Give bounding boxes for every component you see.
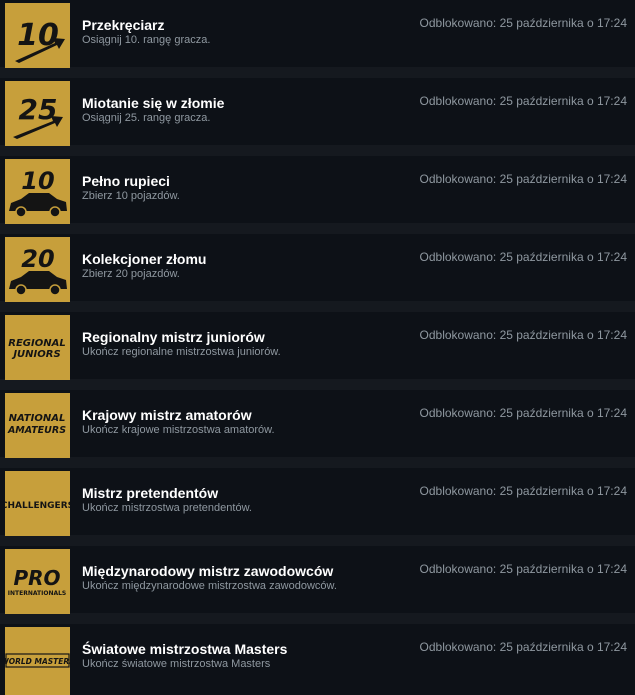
achievement-list: 10 Przekręciarz Osiągnij 10. rangę gracz… (0, 0, 635, 695)
svg-text:REGIONAL: REGIONAL (8, 338, 65, 349)
achievement-title: Mistrz pretendentów (82, 485, 219, 501)
svg-text:JUNIORS: JUNIORS (11, 349, 60, 360)
car-10-icon: 10 (5, 159, 70, 224)
rank-25-arrow-icon: 25 (5, 81, 70, 146)
achievement-description: Ukończ światowe mistrzostwa Masters (82, 658, 271, 670)
svg-text:10: 10 (21, 167, 54, 195)
world-masters-logo-icon: WORLD MASTERS (5, 627, 70, 695)
svg-text:10: 10 (17, 18, 59, 53)
unlock-timestamp: Odblokowano: 25 października o 17:24 (419, 250, 627, 264)
achievement-description: Ukończ regionalne mistrzostwa juniorów. (82, 346, 281, 358)
achievement-description: Ukończ mistrzostwa pretendentów. (82, 502, 252, 514)
achievement-title: Międzynarodowy mistrz zawodowców (82, 563, 334, 579)
achievement-row: PRO INTERNATIONALS Międzynarodowy mistrz… (0, 546, 635, 614)
achievement-row: NATIONAL AMATEURS Krajowy mistrz amatoró… (0, 390, 635, 458)
achievement-title: Przekręciarz (82, 17, 165, 33)
unlock-timestamp: Odblokowano: 25 października o 17:24 (419, 484, 627, 498)
svg-text:NATIONAL: NATIONAL (9, 413, 66, 424)
achievement-title: Pełno rupieci (82, 173, 170, 189)
achievement-title: Kolekcjoner złomu (82, 251, 207, 267)
achievement-description: Ukończ krajowe mistrzostwa amatorów. (82, 424, 275, 436)
achievement-row: 25 Miotanie się w złomie Osiągnij 25. ra… (0, 78, 635, 146)
unlock-timestamp: Odblokowano: 25 października o 17:24 (419, 406, 627, 420)
achievement-description: Zbierz 20 pojazdów. (82, 268, 180, 280)
svg-text:WORLD MASTERS: WORLD MASTERS (5, 657, 70, 666)
achievement-description: Osiągnij 10. rangę gracza. (82, 34, 211, 46)
svg-text:25: 25 (19, 93, 58, 126)
achievement-description: Zbierz 10 pojazdów. (82, 190, 180, 202)
unlock-timestamp: Odblokowano: 25 października o 17:24 (419, 328, 627, 342)
svg-text:PRO: PRO (13, 566, 60, 590)
svg-text:20: 20 (21, 245, 54, 273)
pro-internationals-logo-icon: PRO INTERNATIONALS (5, 549, 70, 614)
achievement-row: 10 Przekręciarz Osiągnij 10. rangę gracz… (0, 0, 635, 68)
achievement-description: Ukończ międzynarodowe mistrzostwa zawodo… (82, 580, 337, 592)
achievement-title: Światowe mistrzostwa Masters (82, 641, 288, 657)
achievement-row: WORLD MASTERS Światowe mistrzostwa Maste… (0, 624, 635, 695)
unlock-timestamp: Odblokowano: 25 października o 17:24 (419, 172, 627, 186)
car-20-icon: 20 (5, 237, 70, 302)
achievement-title: Miotanie się w złomie (82, 95, 225, 111)
regional-juniors-logo-icon: REGIONAL JUNIORS (5, 315, 70, 380)
national-amateurs-logo-icon: NATIONAL AMATEURS (5, 393, 70, 458)
challengers-logo-icon: CHALLENGERS (5, 471, 70, 536)
achievement-row: CHALLENGERS Mistrz pretendentów Ukończ m… (0, 468, 635, 536)
unlock-timestamp: Odblokowano: 25 października o 17:24 (419, 16, 627, 30)
unlock-timestamp: Odblokowano: 25 października o 17:24 (419, 640, 627, 654)
achievement-title: Krajowy mistrz amatorów (82, 407, 252, 423)
svg-text:INTERNATIONALS: INTERNATIONALS (8, 590, 67, 597)
svg-text:CHALLENGERS: CHALLENGERS (5, 501, 70, 511)
unlock-timestamp: Odblokowano: 25 października o 17:24 (419, 562, 627, 576)
achievement-title: Regionalny mistrz juniorów (82, 329, 265, 345)
rank-10-arrow-icon: 10 (5, 3, 70, 68)
svg-text:AMATEURS: AMATEURS (7, 425, 66, 436)
achievement-row: REGIONAL JUNIORS Regionalny mistrz junio… (0, 312, 635, 380)
unlock-timestamp: Odblokowano: 25 października o 17:24 (419, 94, 627, 108)
achievement-row: 10 Pełno rupieci Zbierz 10 pojazdów. Odb… (0, 156, 635, 224)
achievement-row: 20 Kolekcjoner złomu Zbierz 20 pojazdów.… (0, 234, 635, 302)
achievement-description: Osiągnij 25. rangę gracza. (82, 112, 211, 124)
